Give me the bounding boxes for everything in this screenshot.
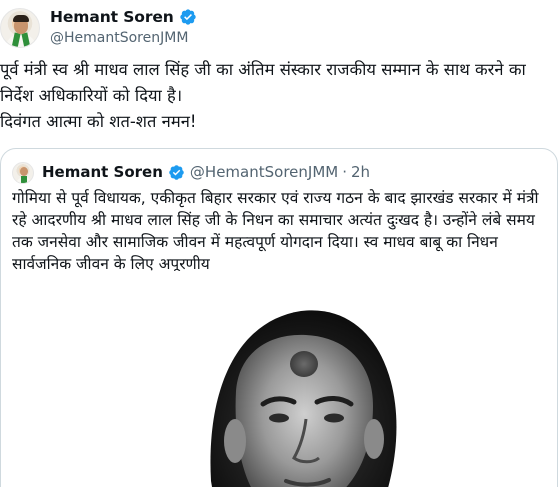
- author-handle[interactable]: @HemantSorenJMM: [50, 30, 188, 46]
- quoted-author-avatar: [12, 162, 34, 184]
- verified-badge-icon: [169, 164, 184, 180]
- quoted-tweet-text: गोमिया से पूर्व विधायक, एकीकृत बिहार सरक…: [12, 187, 552, 275]
- quoted-tweet-photo[interactable]: [1, 271, 557, 487]
- quoted-text-line: तक जनसेवा और सामाजिक जीवन में महत्वपूर्ण…: [12, 233, 498, 251]
- quoted-tweet-timestamp: 2h: [350, 163, 371, 181]
- author-name-line: Hemant Soren: [50, 8, 197, 26]
- quoted-tweet-header: Hemant Soren @HemantSorenJMM · 2h: [42, 163, 370, 181]
- quoted-author-handle: @HemantSorenJMM: [189, 163, 339, 181]
- author-display-name[interactable]: Hemant Soren: [50, 8, 174, 26]
- verified-badge-icon: [180, 9, 196, 25]
- portrait-photo: [210, 310, 397, 487]
- quoted-text-line: गोमिया से पूर्व विधायक, एकीकृत बिहार सरक…: [12, 189, 539, 207]
- quoted-author-display-name: Hemant Soren: [42, 163, 163, 181]
- quoted-text-line: रहे आदरणीय श्री माधव लाल सिंह जी के निधन…: [12, 211, 535, 229]
- tweet-text: पूर्व मंत्री स्व श्री माधव लाल सिंह जी क…: [0, 57, 558, 135]
- author-avatar[interactable]: [0, 8, 40, 48]
- tweet-header: Hemant Soren @HemantSorenJMM: [0, 0, 558, 54]
- quoted-tweet-card[interactable]: Hemant Soren @HemantSorenJMM · 2h गोमिया…: [0, 148, 558, 487]
- tweet-text-line: पूर्व मंत्री स्व श्री माधव लाल सिंह जी क…: [0, 60, 526, 79]
- tweet-text-line: दिवंगत आत्मा को शत-शत नमन!: [0, 112, 197, 131]
- tweet-text-line: निर्देश अधिकारियों को दिया है।: [0, 86, 183, 105]
- separator-dot: ·: [342, 163, 347, 181]
